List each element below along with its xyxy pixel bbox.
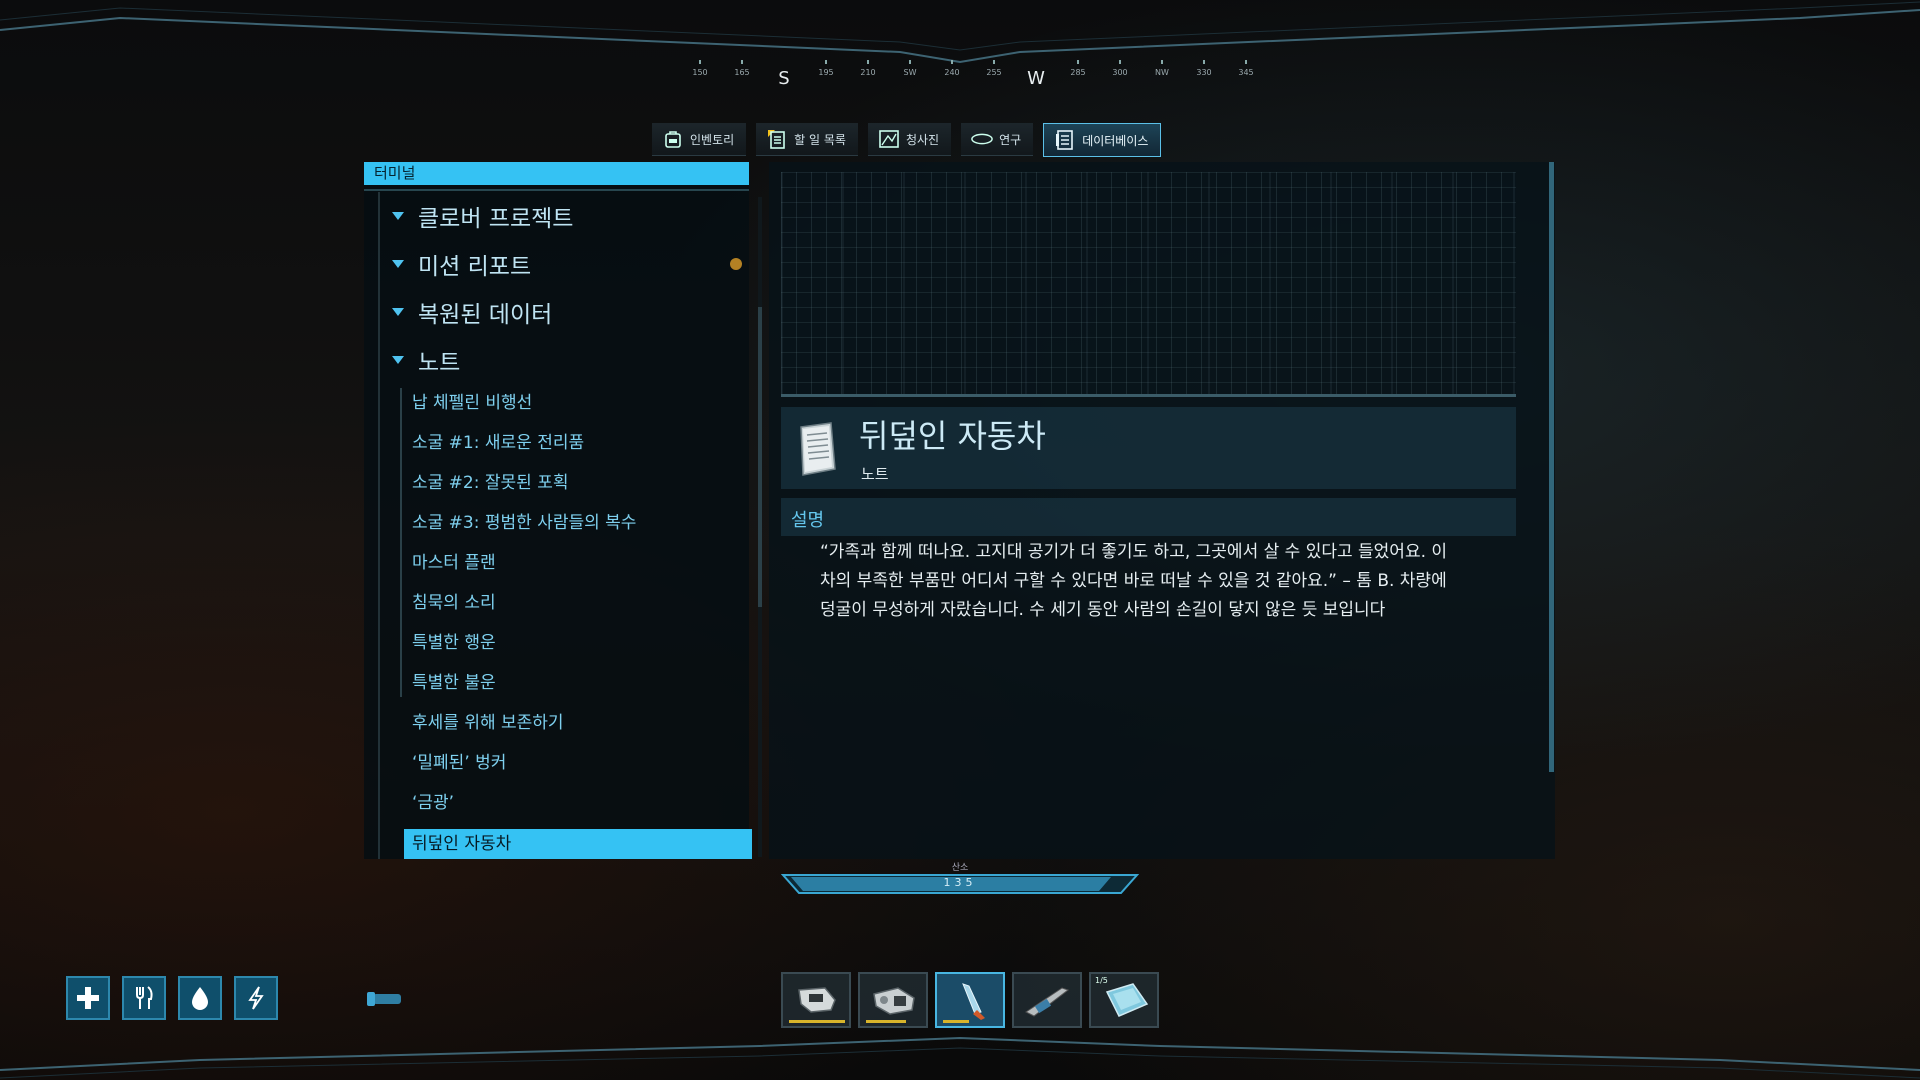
category-label: 복원된 데이터 — [418, 302, 553, 328]
divider — [400, 388, 402, 697]
tab-todo[interactable]: 할 일 목록 — [756, 123, 858, 156]
category-label: 미션 리포트 — [418, 254, 532, 280]
note-item[interactable]: 특별한 행운 — [410, 628, 744, 658]
glass-block-icon — [1105, 983, 1149, 1017]
compass-tick: 165 — [722, 60, 762, 77]
energy-stat — [234, 976, 278, 1020]
note-item[interactable]: ‘금광’ — [410, 788, 744, 818]
note-item[interactable]: 마스터 플랜 — [410, 548, 744, 578]
hotbar-slot-1[interactable] — [781, 972, 851, 1028]
category-label: 노트 — [418, 350, 461, 376]
flashlight-icon — [367, 992, 401, 1006]
durability-bar — [943, 1020, 969, 1023]
scrollbar-thumb[interactable] — [1549, 162, 1554, 772]
oxygen-value: 135 — [943, 876, 977, 889]
backpack-icon — [662, 128, 684, 150]
health-stat — [66, 976, 110, 1020]
food-fork-icon — [136, 986, 153, 1009]
description-header: 설명 — [781, 498, 1516, 536]
note-item[interactable]: 소굴 #2: 잘못된 포획 — [410, 468, 744, 498]
description-label: 설명 — [791, 510, 825, 531]
hotbar-slot-5[interactable]: 1/5 — [1089, 972, 1159, 1028]
compass-cardinal-s: S — [778, 68, 790, 89]
note-item[interactable]: 납 체펠린 비행선 — [410, 388, 744, 418]
divider — [378, 192, 380, 859]
energy-bolt-icon — [248, 986, 264, 1010]
tab-label: 연구 — [999, 132, 1022, 147]
health-cross-icon — [77, 987, 99, 1009]
note-item[interactable]: 침묵의 소리 — [410, 588, 744, 618]
expand-triangle-icon — [392, 260, 404, 268]
repair-tool-icon — [873, 987, 915, 1015]
tab-label: 데이터베이스 — [1082, 133, 1149, 148]
oxygen-label: 산소 — [951, 863, 969, 873]
note-item-selected[interactable]: 뒤덮인 자동차 — [404, 829, 752, 859]
category-notes[interactable]: 노트 — [392, 343, 460, 377]
tab-label: 인벤토리 — [690, 132, 735, 147]
note-item[interactable]: 소굴 #1: 새로운 전리품 — [410, 428, 744, 458]
compass-tick: 210 — [848, 60, 888, 77]
knife-icon — [962, 983, 985, 1020]
compass-tick: 195 — [806, 60, 846, 77]
tab-blueprint[interactable]: 청사진 — [867, 123, 952, 156]
tab-inventory[interactable]: 인벤토리 — [652, 123, 747, 156]
expand-triangle-icon — [392, 356, 404, 364]
tab-bar: 인벤토리 할 일 목록 청사진 연구 데이터베이스 — [652, 123, 1162, 157]
durability-bar — [789, 1020, 845, 1023]
blueprint-icon — [878, 128, 900, 150]
note-item[interactable]: 후세를 위해 보존하기 — [410, 708, 744, 738]
entry-image-grid — [781, 172, 1516, 397]
expand-triangle-icon — [392, 308, 404, 316]
note-item[interactable]: 특별한 불운 — [410, 668, 744, 698]
food-stat — [122, 976, 166, 1020]
compass-tick: NW — [1142, 60, 1182, 77]
entry-title: 뒤덮인 자동차 — [859, 417, 1046, 455]
database-list-panel: 터미널 클로버 프로젝트 미션 리포트 복원된 데이터 노트 납 체펠린 비행선… — [364, 162, 762, 859]
entry-type: 노트 — [861, 465, 889, 483]
tab-label: 할 일 목록 — [794, 132, 846, 147]
compass-tick: 150 — [680, 60, 720, 77]
category-label: 클로버 프로젝트 — [418, 206, 574, 232]
note-item[interactable]: 소굴 #3: 평범한 사람들의 복수 — [410, 508, 744, 538]
tab-research[interactable]: 연구 — [961, 123, 1034, 156]
panel-header: 터미널 — [364, 162, 749, 185]
category-mission-report[interactable]: 미션 리포트 — [392, 247, 531, 281]
scrollbar-thumb[interactable] — [758, 307, 762, 607]
compass-tick: 345 — [1226, 60, 1266, 77]
category-clover-project[interactable]: 클로버 프로젝트 — [392, 199, 573, 233]
entry-header: 뒤덮인 자동차 노트 — [781, 407, 1516, 489]
compass-tick: 330 — [1184, 60, 1224, 77]
note-item[interactable]: ‘밀폐된’ 벙커 — [410, 748, 744, 778]
compass-tick: 255 — [974, 60, 1014, 77]
research-icon — [971, 128, 993, 150]
new-entry-marker-icon — [730, 258, 742, 270]
expand-triangle-icon — [392, 212, 404, 220]
description-text: “가족과 함께 떠나요. 고지대 공기가 더 좋기도 하고, 그곳에서 살 수 … — [820, 542, 1448, 620]
compass-tick: 300 — [1100, 60, 1140, 77]
compass: 150 165 S 195 210 SW 240 255 W 285 300 N… — [680, 60, 1254, 96]
compass-tick: 240 — [932, 60, 972, 77]
water-drop-icon — [192, 987, 208, 1010]
compass-tick: SW — [890, 60, 930, 77]
checklist-icon — [766, 128, 788, 150]
divider — [364, 189, 749, 191]
hotbar-slot-4[interactable] — [1012, 972, 1082, 1028]
tab-label: 청사진 — [905, 132, 940, 147]
durability-bar — [866, 1020, 906, 1023]
hotbar-slot-3-knife[interactable] — [935, 972, 1005, 1028]
compass-cardinal-w: W — [1027, 68, 1045, 89]
water-stat — [178, 976, 222, 1020]
hotbar-slot-2[interactable] — [858, 972, 928, 1028]
note-document-icon — [795, 421, 839, 477]
harpoon-gun-icon — [1025, 987, 1070, 1017]
database-icon — [1054, 129, 1076, 151]
tab-database[interactable]: 데이터베이스 — [1043, 123, 1162, 157]
category-recovered-data[interactable]: 복원된 데이터 — [392, 295, 552, 329]
scanner-tool-icon — [798, 987, 836, 1013]
compass-tick: 285 — [1058, 60, 1098, 77]
